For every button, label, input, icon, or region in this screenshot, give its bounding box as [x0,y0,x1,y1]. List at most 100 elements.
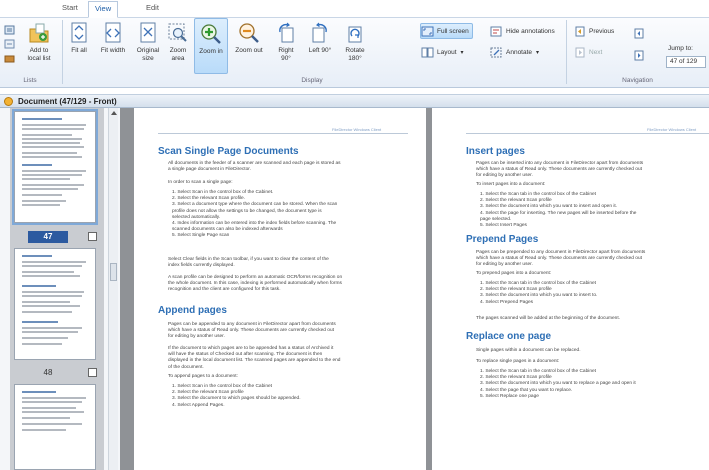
paragraph: Single pages within a document can be re… [476,348,581,353]
rotate-left-button[interactable]: Left 90° [302,18,338,74]
paragraph: To append pages to a document: [168,374,238,379]
original-size-button[interactable]: Original size [134,18,162,74]
paragraph: Select Clear fields in the Scan toolbar,… [168,257,329,269]
paragraph: To insert pages into a document: [476,182,546,187]
zoom-in-icon [201,24,221,44]
paragraph: Pages can be inserted into any document … [476,161,644,179]
zoom-out-button[interactable]: Zoom out [230,18,268,74]
fit-all-button[interactable]: Fit all [66,18,92,74]
add-folder-icon [29,23,49,43]
tab-start[interactable]: Start [62,3,78,12]
thumbnail-checkbox[interactable] [88,232,97,241]
thumbnail-scrollbar[interactable] [108,108,118,470]
fit-width-button[interactable]: Fit width [94,18,132,74]
rotate-right-button[interactable]: Right 90° [272,18,300,74]
rotate-180-icon [348,26,362,43]
tab-edit[interactable]: Edit [146,3,159,12]
ribbon: Add to local list Lists Fit all Fit widt… [0,18,709,88]
hide-annotations-button[interactable]: Hide annotations [490,23,555,39]
next-button[interactable]: Next [574,44,602,60]
original-size-icon [140,22,156,43]
thumbnail-checkbox[interactable] [88,368,97,377]
layout-label: Layout [437,48,457,56]
header-rule [158,133,408,134]
zoom-area-button[interactable]: Zoom area [164,18,192,74]
rotate-180-button[interactable]: Rotate 180° [340,18,370,74]
layout-dropdown[interactable]: Layout ▾ [421,44,464,60]
rotate-right-icon [279,22,294,43]
first-page-icon[interactable] [634,26,644,44]
full-screen-button[interactable]: Full screen [420,23,473,39]
annotate-dropdown[interactable]: Annotate ▾ [490,44,539,60]
zoom-in-button[interactable]: Zoom in [194,18,228,74]
zoom-out-icon [239,23,259,43]
paragraph: A scan profile can be designed to perfor… [168,275,343,293]
rotate-left-label: Left 90° [308,47,332,54]
next-page-icon [575,47,585,57]
add-to-local-list-label: Add to local list [27,47,51,62]
page-number-input[interactable]: 47 of 129 [666,56,706,68]
document-title-bar: Document (47/129 - Front) [0,94,709,108]
hide-annotations-icon [490,26,502,36]
previous-label: Previous [589,27,615,35]
full-screen-label: Full screen [437,27,469,35]
section-heading: Insert pages [466,146,525,157]
page-header: FileDirector Windows Client [647,127,697,132]
chevron-down-icon: ▾ [460,49,464,56]
paragraph: The pages scanned will be added at the b… [476,316,621,321]
layout-icon [421,47,434,57]
page-header: FileDirector Windows Client [332,127,382,132]
page-thumbnail[interactable] [14,248,96,360]
document-title: Document (47/129 - Front) [18,97,117,106]
original-size-label: Original size [136,47,160,62]
rotate-right-label: Right 90° [278,47,294,62]
document-page-left: FileDirector Windows Client Scan Single … [134,108,426,470]
document-icon [4,97,13,106]
zoom-in-label: Zoom in [199,48,223,55]
document-viewer[interactable]: FileDirector Windows Client Scan Single … [120,108,709,470]
annotate-icon [490,47,502,57]
fit-all-label: Fit all [71,47,87,54]
group-label-lists: Lists [23,77,37,84]
scrollbar-thumb[interactable] [110,263,117,281]
header-rule [466,133,709,134]
previous-page-icon [575,26,585,36]
rotate-left-icon [312,22,327,43]
zoom-out-label: Zoom out [235,47,263,54]
paragraph: Pages can be prepended to any document i… [476,250,646,268]
list-small-icon-3[interactable] [4,51,15,69]
step-list: 1. Select the Scan tab in the control bo… [480,369,636,399]
rotate-180-label: Rotate 180° [345,47,365,62]
step-list: 1. Select Scan in the control box of the… [172,190,338,239]
document-page-right: FileDirector Windows Client Insert pages… [432,108,709,470]
tab-view[interactable]: View [88,1,119,18]
annotate-label: Annotate [506,48,533,56]
fit-width-icon [105,22,121,43]
scroll-up-icon[interactable] [111,111,117,115]
thumbnail-page-number: 48 [43,368,53,377]
thumbnail-panel: 47 48 [0,108,120,470]
thumbnail-page-number: 47 [28,231,68,243]
hide-annotations-label: Hide annotations [506,27,555,35]
paragraph: If the document to which pages are to be… [168,346,341,370]
fit-all-icon [71,22,87,43]
group-label-display: Display [301,77,323,84]
app-window: Start View Edit Add to local list Lists … [0,0,709,470]
page-thumbnail[interactable] [14,384,96,470]
section-heading: Replace one page [466,331,552,342]
zoom-area-label: Zoom area [169,47,187,62]
add-to-local-list-button[interactable]: Add to local list [20,18,58,74]
step-list: 1. Select Scan in the control box of the… [172,384,301,408]
step-list: 1. Select the Scan tab in the control bo… [480,192,637,229]
zoom-area-icon [168,23,187,42]
paragraph: To prepend pages into a document: [476,271,552,276]
ribbon-tab-strip: Start View Edit [0,0,709,18]
paragraph: Pages can be appended to any document in… [168,322,336,340]
page-thumbnail[interactable] [12,109,98,225]
fit-width-label: Fit width [100,47,126,54]
section-heading: Scan Single Page Documents [158,146,299,157]
section-heading: Append pages [158,305,227,316]
last-page-icon[interactable] [634,48,644,66]
previous-button[interactable]: Previous [574,23,614,39]
jump-to-label: Jump to: [668,45,693,52]
